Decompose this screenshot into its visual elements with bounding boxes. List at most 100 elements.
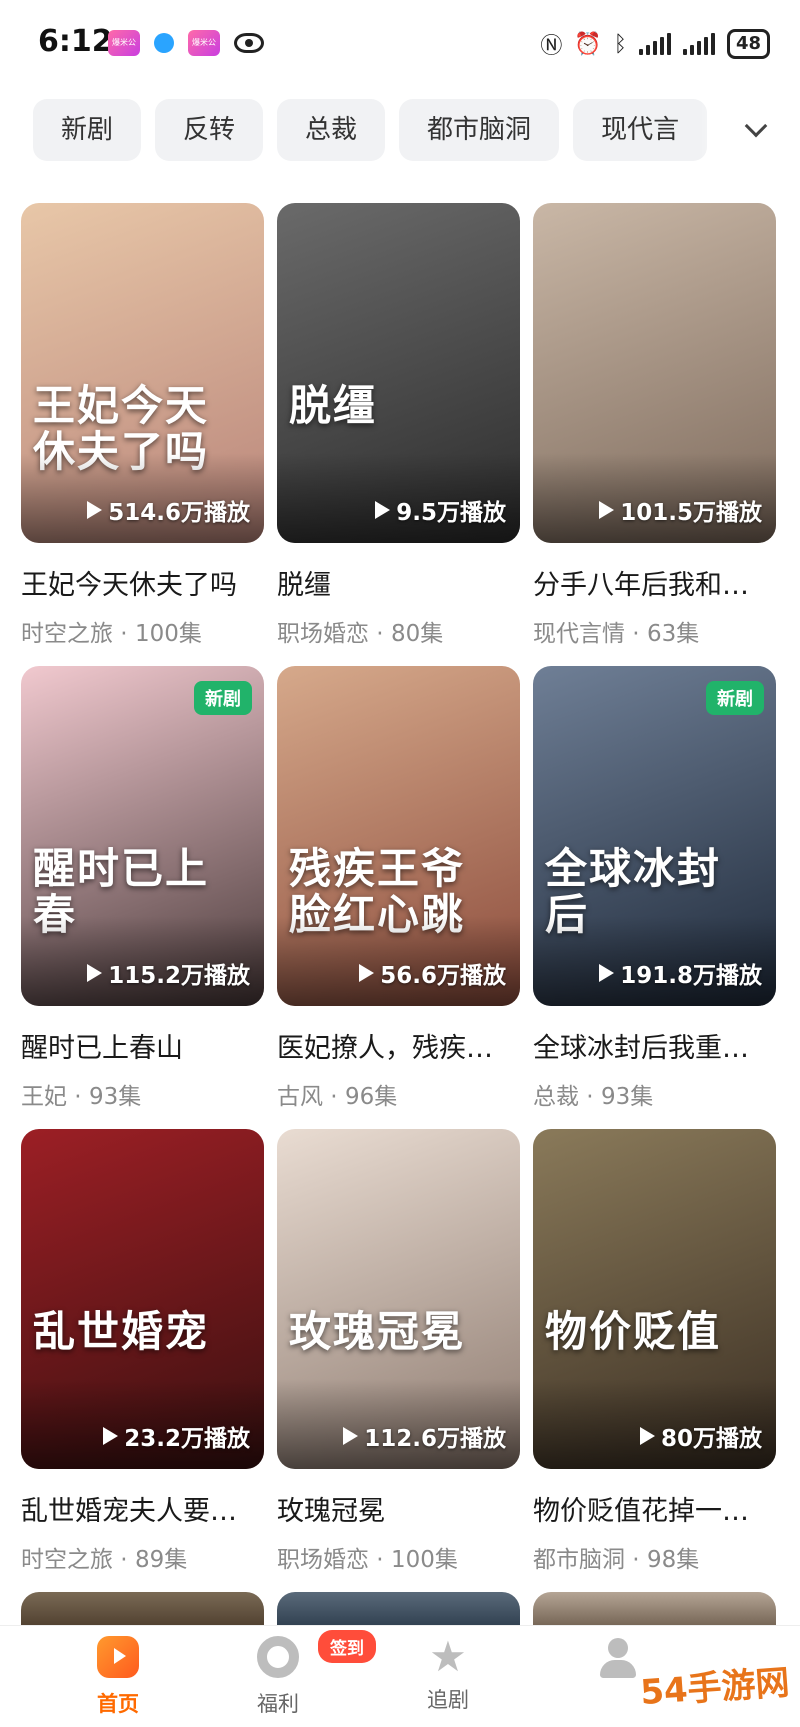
battery-icon: 48 bbox=[726, 29, 770, 59]
drama-meta: 时空之旅 · 89集 bbox=[21, 1540, 264, 1574]
drama-genre: 职场婚恋 bbox=[277, 621, 369, 647]
drama-card[interactable]: 物价贬值 80万播放 物价贬值花掉一… 都市脑洞 · 98集 bbox=[533, 1129, 776, 1592]
meta-separator: · bbox=[113, 1547, 135, 1573]
drama-title[interactable]: 全球冰封后我重… bbox=[533, 1026, 776, 1065]
drama-poster[interactable]: 脱缰 9.5万播放 bbox=[277, 203, 520, 543]
system-icons: Ⓝ ⏰ ᛒ 48 bbox=[540, 28, 770, 60]
signal-icon-2 bbox=[682, 33, 715, 55]
drama-card[interactable]: 玫瑰冠冕 112.6万播放 玫瑰冠冕 职场婚恋 · 100集 bbox=[277, 1129, 520, 1592]
tab-label: 福利 bbox=[257, 1692, 299, 1716]
drama-title[interactable]: 王妃今天休夫了吗 bbox=[21, 563, 264, 602]
play-count: 9.5万播放 bbox=[375, 493, 506, 527]
meta-separator: · bbox=[625, 621, 647, 647]
drama-card[interactable]: 王妃今天休夫了吗 514.6万播放 王妃今天休夫了吗 时空之旅 · 100集 bbox=[21, 203, 264, 666]
drama-title[interactable]: 分手八年后我和… bbox=[533, 563, 776, 602]
play-count-text: 9.5万播放 bbox=[396, 500, 506, 526]
play-count-text: 80万播放 bbox=[660, 1426, 762, 1452]
poster-title-art: 玫瑰冠冕 bbox=[289, 1307, 466, 1356]
drama-card[interactable]: 脱缰 9.5万播放 脱缰 职场婚恋 · 80集 bbox=[277, 203, 520, 666]
filter-chip[interactable]: 现代言 bbox=[573, 99, 708, 161]
drama-title[interactable]: 医妃撩人，残疾… bbox=[277, 1026, 520, 1065]
notification-icons: 爆米公 爆米公 bbox=[108, 30, 264, 56]
poster-title-art: 乱世婚宠 bbox=[33, 1307, 210, 1356]
drama-meta: 现代言情 · 63集 bbox=[533, 614, 776, 648]
drama-meta: 时空之旅 · 100集 bbox=[21, 614, 264, 648]
drama-poster[interactable]: 玫瑰冠冕 112.6万播放 bbox=[277, 1129, 520, 1469]
drama-title[interactable]: 乱世婚宠夫人要… bbox=[21, 1489, 264, 1528]
play-count-text: 56.6万播放 bbox=[380, 963, 506, 989]
status-bar: 6:12 爆米公 爆米公 Ⓝ ⏰ ᛒ 48 bbox=[0, 0, 800, 90]
play-icon bbox=[599, 964, 615, 982]
signal-icon bbox=[638, 33, 671, 55]
poster-title-art: 物价贬值 bbox=[545, 1307, 722, 1356]
play-count-text: 101.5万播放 bbox=[620, 500, 762, 526]
play-count: 23.2万播放 bbox=[103, 1419, 250, 1453]
drama-genre: 总裁 bbox=[533, 1084, 579, 1110]
drama-meta: 职场婚恋 · 80集 bbox=[277, 614, 520, 648]
meta-separator: · bbox=[323, 1084, 345, 1110]
bluetooth-icon: ᛒ bbox=[613, 31, 627, 57]
drama-meta: 都市脑洞 · 98集 bbox=[533, 1540, 776, 1574]
play-count: 191.8万播放 bbox=[599, 956, 762, 990]
play-icon bbox=[375, 501, 391, 519]
drama-genre: 职场婚恋 bbox=[277, 1547, 369, 1573]
filter-chip[interactable]: 反转 bbox=[155, 99, 264, 161]
drama-title[interactable]: 玫瑰冠冕 bbox=[277, 1489, 520, 1528]
meta-separator: · bbox=[579, 1084, 601, 1110]
drama-episodes: 100集 bbox=[134, 621, 202, 647]
messenger-notification-icon bbox=[154, 33, 174, 53]
play-icon bbox=[87, 964, 103, 982]
play-count: 56.6万播放 bbox=[359, 956, 506, 990]
play-icon bbox=[599, 501, 615, 519]
drama-episodes: 93集 bbox=[600, 1084, 654, 1110]
play-count-text: 191.8万播放 bbox=[620, 963, 762, 989]
star-icon: ★ bbox=[429, 1632, 467, 1681]
play-count: 514.6万播放 bbox=[87, 493, 250, 527]
drama-meta: 王妃 · 93集 bbox=[21, 1077, 264, 1111]
drama-poster[interactable]: 醒时已上春 新剧 115.2万播放 bbox=[21, 666, 264, 1006]
site-watermark: 54手游网 bbox=[639, 1662, 791, 1714]
drama-card[interactable]: 全球冰封后 新剧 191.8万播放 全球冰封后我重… 总裁 · 93集 bbox=[533, 666, 776, 1129]
drama-poster[interactable]: 残疾王爷脸红心跳 56.6万播放 bbox=[277, 666, 520, 1006]
app-notification-icon-2: 爆米公 bbox=[188, 30, 220, 56]
drama-title[interactable]: 物价贬值花掉一… bbox=[533, 1489, 776, 1528]
filter-chip[interactable]: 新剧 bbox=[33, 99, 142, 161]
tab-star[interactable]: ★ 追剧 bbox=[388, 1636, 508, 1714]
drama-episodes: 100集 bbox=[390, 1547, 458, 1573]
gift-icon bbox=[257, 1636, 299, 1678]
drama-title[interactable]: 脱缰 bbox=[277, 563, 520, 602]
drama-card[interactable]: 101.5万播放 分手八年后我和… 现代言情 · 63集 bbox=[533, 203, 776, 666]
checkin-badge[interactable]: 签到 bbox=[318, 1630, 376, 1663]
user-icon bbox=[597, 1636, 639, 1678]
drama-title[interactable]: 醒时已上春山 bbox=[21, 1026, 264, 1065]
play-count-text: 514.6万播放 bbox=[108, 500, 250, 526]
drama-genre: 时空之旅 bbox=[21, 1547, 113, 1573]
tab-label: 追剧 bbox=[427, 1688, 469, 1712]
drama-poster[interactable]: 王妃今天休夫了吗 514.6万播放 bbox=[21, 203, 264, 543]
drama-card[interactable]: 残疾王爷脸红心跳 56.6万播放 医妃撩人，残疾… 古风 · 96集 bbox=[277, 666, 520, 1129]
tab-home[interactable]: 首页 bbox=[58, 1636, 178, 1718]
play-count-text: 23.2万播放 bbox=[124, 1426, 250, 1452]
meta-separator: · bbox=[369, 621, 391, 647]
poster-title-art: 脱缰 bbox=[289, 381, 378, 430]
meta-separator: · bbox=[113, 621, 135, 647]
drama-poster[interactable]: 101.5万播放 bbox=[533, 203, 776, 543]
drama-genre: 王妃 bbox=[21, 1084, 67, 1110]
drama-poster[interactable]: 全球冰封后 新剧 191.8万播放 bbox=[533, 666, 776, 1006]
filter-chip-row: 新剧 反转 总裁 都市脑洞 现代言 bbox=[33, 99, 753, 161]
drama-card[interactable]: 醒时已上春 新剧 115.2万播放 醒时已上春山 王妃 · 93集 bbox=[21, 666, 264, 1129]
filter-chip[interactable]: 都市脑洞 bbox=[399, 99, 560, 161]
meta-separator: · bbox=[625, 1547, 647, 1573]
drama-poster[interactable]: 乱世婚宠 23.2万播放 bbox=[21, 1129, 264, 1469]
eye-icon bbox=[234, 33, 264, 53]
drama-genre: 都市脑洞 bbox=[533, 1547, 625, 1573]
play-count: 115.2万播放 bbox=[87, 956, 250, 990]
drama-grid: 王妃今天休夫了吗 514.6万播放 王妃今天休夫了吗 时空之旅 · 100集 脱… bbox=[21, 203, 781, 1592]
filter-chip[interactable]: 总裁 bbox=[277, 99, 386, 161]
drama-poster[interactable]: 物价贬值 80万播放 bbox=[533, 1129, 776, 1469]
play-count: 112.6万播放 bbox=[343, 1419, 506, 1453]
drama-genre: 时空之旅 bbox=[21, 621, 113, 647]
play-icon bbox=[359, 964, 375, 982]
play-icon bbox=[103, 1427, 119, 1445]
drama-card[interactable]: 乱世婚宠 23.2万播放 乱世婚宠夫人要… 时空之旅 · 89集 bbox=[21, 1129, 264, 1592]
